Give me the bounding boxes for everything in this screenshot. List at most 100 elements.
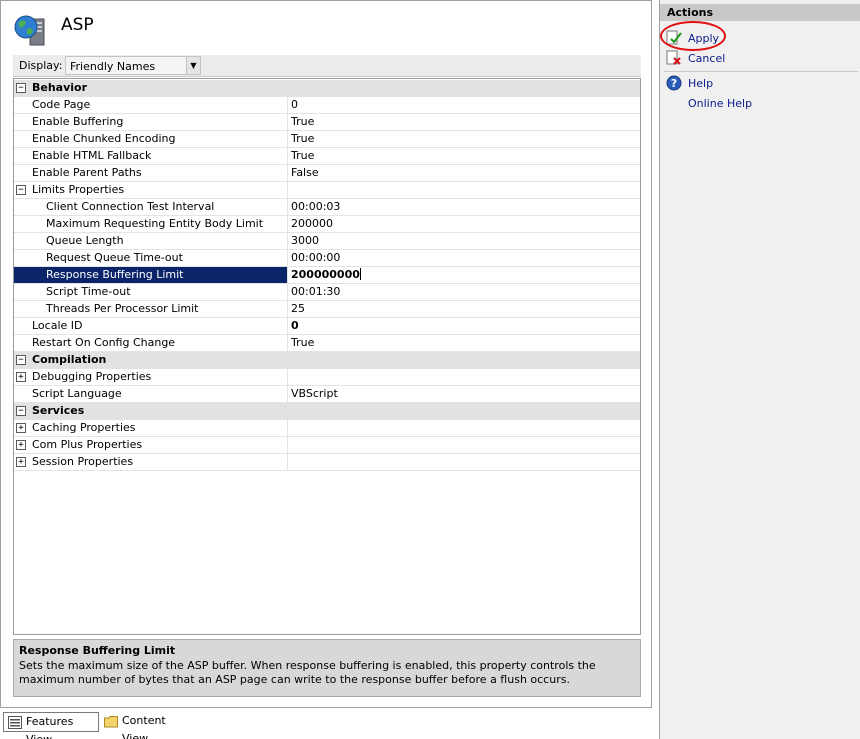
property-row[interactable]: Restart On Config Change True (14, 335, 640, 352)
description-panel: Response Buffering Limit Sets the maximu… (13, 639, 641, 697)
property-name-cell[interactable]: + Session Properties (14, 454, 288, 471)
property-value-cell[interactable] (288, 454, 640, 471)
property-value: 200000 (291, 217, 333, 230)
main-pane: ASP Display: Friendly Names ▼ − Behavior C… (0, 0, 652, 708)
category-label: Compilation (32, 353, 107, 366)
property-name-cell[interactable]: Enable Chunked Encoding (14, 131, 288, 148)
property-row[interactable]: Queue Length 3000 (14, 233, 640, 250)
property-name-cell[interactable]: − Limits Properties (14, 182, 288, 199)
property-name-cell[interactable]: Enable Parent Paths (14, 165, 288, 182)
property-value-cell[interactable]: True (288, 131, 640, 148)
collapse-toggle-icon[interactable]: − (16, 185, 26, 195)
property-value-cell[interactable]: 00:00:00 (288, 250, 640, 267)
property-name-cell[interactable]: Restart On Config Change (14, 335, 288, 352)
property-name-cell[interactable]: Response Buffering Limit (14, 267, 288, 284)
property-value-cell[interactable]: 0 (288, 318, 640, 335)
property-group-row[interactable]: − Limits Properties (14, 182, 640, 199)
property-row[interactable]: Code Page 0 (14, 97, 640, 114)
content-view-tab[interactable]: Content View (100, 712, 192, 739)
property-group-row[interactable]: + Session Properties (14, 454, 640, 471)
property-value-cell[interactable]: True (288, 148, 640, 165)
property-row[interactable]: Locale ID 0 (14, 318, 640, 335)
property-name-cell[interactable]: Client Connection Test Interval (14, 199, 288, 216)
property-row[interactable]: Enable Parent Paths False (14, 165, 640, 182)
property-value-cell[interactable] (288, 437, 640, 454)
property-name-cell[interactable]: Script Language (14, 386, 288, 403)
property-name-cell[interactable]: Script Time-out (14, 284, 288, 301)
online-help-link[interactable]: Online Help (688, 97, 752, 110)
actions-header: Actions (660, 4, 860, 21)
collapse-toggle-icon[interactable]: − (16, 83, 26, 93)
property-value-cell[interactable]: 25 (288, 301, 640, 318)
property-value: 3000 (291, 234, 319, 247)
category-row[interactable]: − Behavior (14, 80, 640, 97)
cancel-link[interactable]: Cancel (688, 52, 725, 65)
property-value: 00:01:30 (291, 285, 341, 298)
features-view-tab[interactable]: Features View (3, 712, 99, 739)
property-name-cell[interactable]: Enable Buffering (14, 114, 288, 131)
property-value-cell[interactable] (288, 369, 640, 386)
expand-toggle-icon[interactable]: + (16, 457, 26, 467)
description-title: Response Buffering Limit (19, 644, 176, 657)
property-value-cell[interactable]: True (288, 335, 640, 352)
expand-toggle-icon[interactable]: + (16, 372, 26, 382)
property-value-input[interactable]: 200000000 (288, 267, 640, 284)
actions-separator (664, 71, 858, 72)
expand-toggle-icon[interactable]: + (16, 423, 26, 433)
property-name-cell[interactable]: Maximum Requesting Entity Body Limit (14, 216, 288, 233)
property-row[interactable]: Enable HTML Fallback True (14, 148, 640, 165)
features-view-icon (8, 716, 22, 729)
property-value-cell[interactable]: 0 (288, 97, 640, 114)
property-value: 00:00:03 (291, 200, 341, 213)
property-row[interactable]: Script Time-out 00:01:30 (14, 284, 640, 301)
text-cursor (359, 268, 361, 280)
property-group-row[interactable]: + Debugging Properties (14, 369, 640, 386)
property-value-cell[interactable]: 00:01:30 (288, 284, 640, 301)
cancel-x-icon (666, 50, 681, 65)
property-value-cell[interactable] (288, 420, 640, 437)
property-name: Threads Per Processor Limit (46, 302, 199, 315)
apply-highlight-circle (660, 21, 726, 51)
property-row[interactable]: Enable Buffering True (14, 114, 640, 131)
chevron-down-icon[interactable]: ▼ (186, 57, 200, 74)
help-link[interactable]: Help (688, 77, 713, 90)
property-name-cell[interactable]: Enable HTML Fallback (14, 148, 288, 165)
display-dropdown[interactable]: Friendly Names ▼ (65, 56, 201, 75)
property-name: Enable Buffering (32, 115, 124, 128)
property-name: Client Connection Test Interval (46, 200, 215, 213)
collapse-toggle-icon[interactable]: − (16, 406, 26, 416)
property-row[interactable]: Enable Chunked Encoding True (14, 131, 640, 148)
property-group-row[interactable]: + Caching Properties (14, 420, 640, 437)
category-row[interactable]: − Compilation (14, 352, 640, 369)
property-value-cell[interactable]: 00:00:03 (288, 199, 640, 216)
property-row[interactable]: Response Buffering Limit 200000000 (14, 267, 640, 284)
property-value-cell[interactable]: False (288, 165, 640, 182)
property-name-cell[interactable]: Code Page (14, 97, 288, 114)
category-row[interactable]: − Services (14, 403, 640, 420)
property-name: Enable HTML Fallback (32, 149, 152, 162)
property-name-cell[interactable]: + Debugging Properties (14, 369, 288, 386)
property-row[interactable]: Maximum Requesting Entity Body Limit 2000… (14, 216, 640, 233)
property-name-cell[interactable]: Threads Per Processor Limit (14, 301, 288, 318)
property-row[interactable]: Script Language VBScript (14, 386, 640, 403)
collapse-toggle-icon[interactable]: − (16, 355, 26, 365)
property-name-cell[interactable]: + Caching Properties (14, 420, 288, 437)
property-row[interactable]: Threads Per Processor Limit 25 (14, 301, 640, 318)
property-value-cell[interactable]: 200000 (288, 216, 640, 233)
property-name-cell[interactable]: + Com Plus Properties (14, 437, 288, 454)
property-value-cell[interactable]: VBScript (288, 386, 640, 403)
property-value: True (291, 132, 315, 145)
property-value: True (291, 115, 315, 128)
property-group-row[interactable]: + Com Plus Properties (14, 437, 640, 454)
property-name: Limits Properties (32, 183, 125, 196)
expand-toggle-icon[interactable]: + (16, 440, 26, 450)
property-row[interactable]: Request Queue Time-out 00:00:00 (14, 250, 640, 267)
property-name-cell[interactable]: Queue Length (14, 233, 288, 250)
property-row[interactable]: Client Connection Test Interval 00:00:03 (14, 199, 640, 216)
property-value-cell[interactable]: True (288, 114, 640, 131)
property-name-cell[interactable]: Request Queue Time-out (14, 250, 288, 267)
property-name: Queue Length (46, 234, 124, 247)
property-value-cell[interactable] (288, 182, 640, 199)
property-value-cell[interactable]: 3000 (288, 233, 640, 250)
property-name-cell[interactable]: Locale ID (14, 318, 288, 335)
